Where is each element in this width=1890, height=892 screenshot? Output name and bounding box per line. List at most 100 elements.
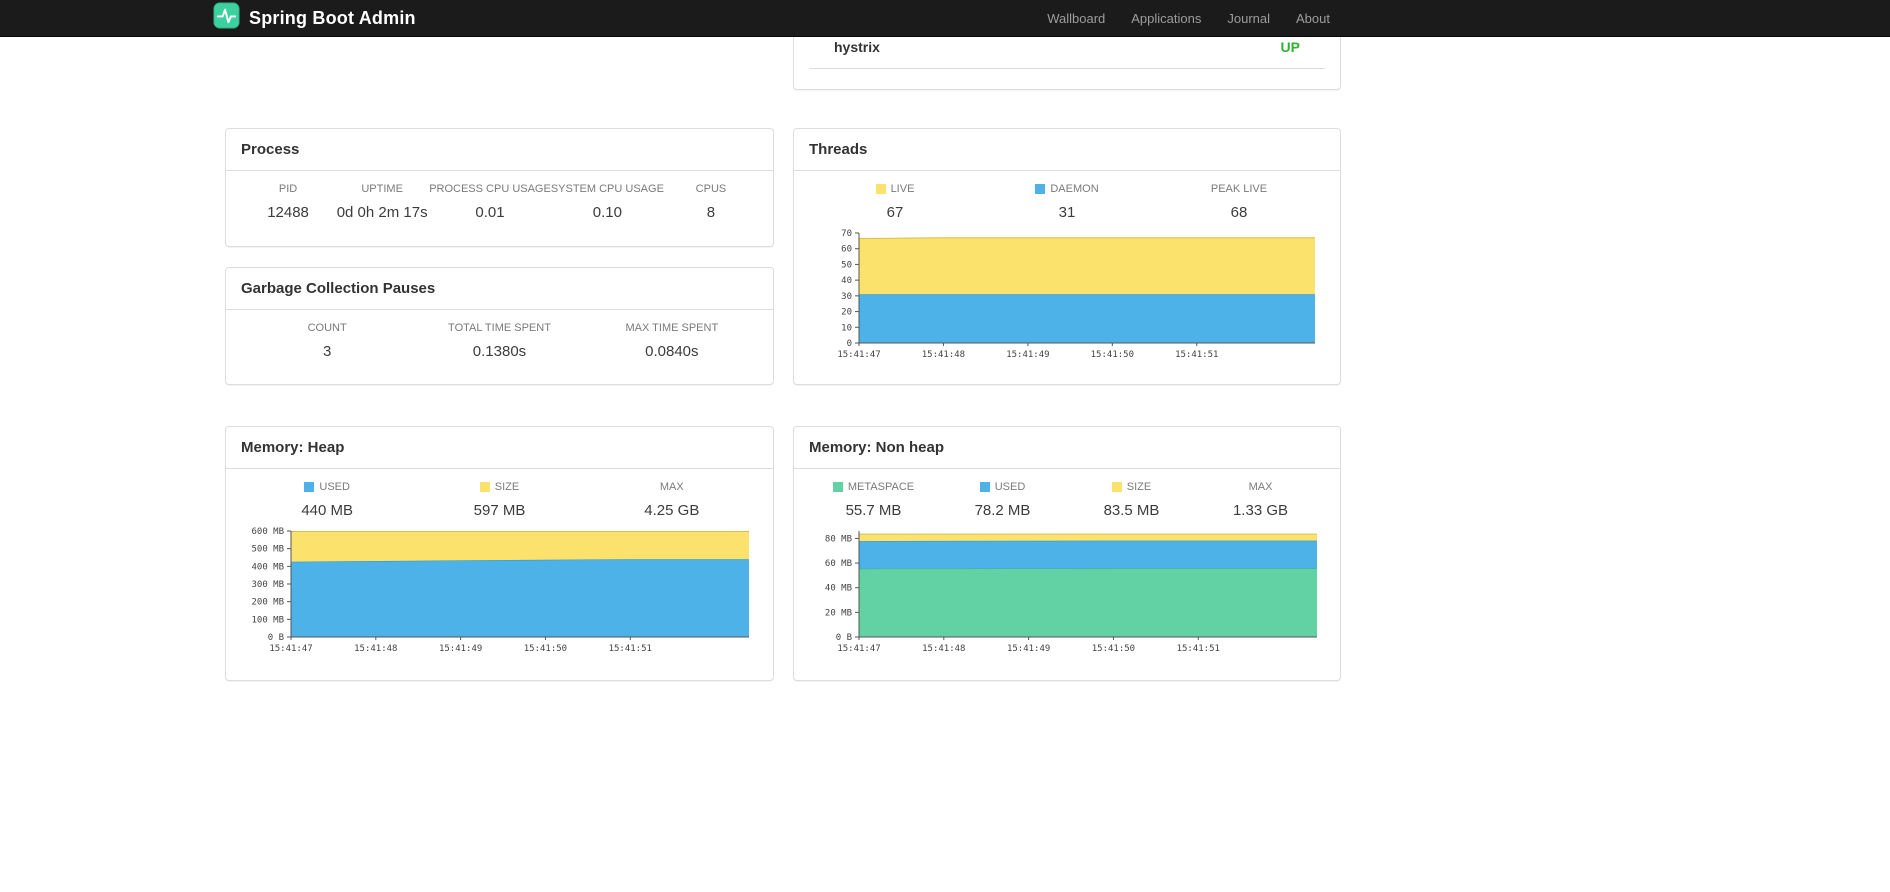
- nav-link-journal[interactable]: Journal: [1214, 11, 1283, 26]
- nav-link-wallboard[interactable]: Wallboard: [1034, 11, 1118, 26]
- memory-nonheap-panel-title: Memory: Non heap: [794, 427, 1340, 469]
- metric-peak-live: PEAK LIVE 68: [1153, 183, 1325, 221]
- svg-text:60 MB: 60 MB: [825, 559, 852, 569]
- svg-text:15:41:51: 15:41:51: [609, 644, 652, 654]
- metric-max-time-spent: MAX TIME SPENT 0.0840s: [586, 322, 758, 360]
- legend-swatch-icon: [979, 482, 990, 492]
- metric-size: SIZE 83.5 MB: [1067, 481, 1196, 519]
- application-row[interactable]: hystrix UP: [809, 37, 1325, 69]
- svg-text:15:41:48: 15:41:48: [922, 644, 965, 654]
- metric-label: SIZE: [413, 481, 585, 493]
- metric-max: MAX 1.33 GB: [1196, 481, 1325, 519]
- process-panel: Process PID 12488 UPTIME 0d 0h 2m 17s PROCES…: [225, 128, 774, 247]
- metric-value: 55.7 MB: [845, 502, 902, 519]
- memory-nonheap-panel-body: METASPACE 55.7 MB USED 78.2 MB SIZE 83.5 MB MA…: [794, 469, 1340, 671]
- threads-panel-body: LIVE 67 DAEMON 31 PEAK LIVE 68 0 10 20 30 40 50 60 7…: [794, 171, 1340, 377]
- svg-text:15:41:51: 15:41:51: [1175, 350, 1218, 360]
- brand[interactable]: Spring Boot Admin: [213, 2, 416, 34]
- metric-label: LIVE: [809, 183, 981, 195]
- process-metrics: PID 12488 UPTIME 0d 0h 2m 17s PROCESS CPU US…: [241, 183, 758, 221]
- application-status-badge: UP: [1280, 39, 1300, 55]
- svg-text:15:41:51: 15:41:51: [1177, 644, 1220, 654]
- legend-swatch-icon: [1111, 482, 1122, 492]
- metric-value: 78.2 MB: [974, 502, 1031, 519]
- threads-chart: 0 10 20 30 40 50 60 70 15:41:47 15:41:48 15:41:49 1…: [837, 229, 1315, 360]
- metric-max: MAX 4.25 GB: [586, 481, 758, 519]
- metric-value: 68: [1230, 204, 1248, 221]
- metric-uptime: UPTIME 0d 0h 2m 17s: [335, 183, 429, 221]
- process-panel-title: Process: [226, 129, 773, 171]
- nav-links: Wallboard Applications Journal About: [1034, 11, 1343, 26]
- svg-text:600 MB: 600 MB: [251, 527, 284, 537]
- svg-text:300 MB: 300 MB: [251, 580, 284, 590]
- metric-label: DAEMON: [981, 183, 1153, 195]
- metric-used: USED 440 MB: [241, 481, 413, 519]
- metric-metaspace: METASPACE 55.7 MB: [809, 481, 938, 519]
- legend-swatch-icon: [304, 482, 315, 492]
- metric-value: 0d 0h 2m 17s: [336, 204, 428, 221]
- metric-label: PID: [278, 183, 298, 195]
- legend-swatch-icon: [832, 482, 843, 492]
- metric-value: 31: [1058, 204, 1076, 221]
- brand-title: Spring Boot Admin: [249, 7, 416, 28]
- svg-text:500 MB: 500 MB: [251, 545, 284, 555]
- svg-text:15:41:47: 15:41:47: [837, 644, 880, 654]
- metric-cpus: CPUS 8: [664, 183, 758, 221]
- navbar: Spring Boot Admin Wallboard Applications…: [0, 0, 1890, 37]
- gc-pauses-panel-body: COUNT 3 TOTAL TIME SPENT 0.1380s MAX TIME SP…: [226, 310, 773, 378]
- svg-text:15:41:50: 15:41:50: [1092, 644, 1135, 654]
- legend-swatch-icon: [1035, 184, 1046, 194]
- metric-label: UPTIME: [361, 183, 403, 195]
- metric-label: PROCESS CPU USAGE: [429, 183, 551, 195]
- nav-link-about[interactable]: About: [1283, 11, 1343, 26]
- metric-value: 83.5 MB: [1103, 502, 1160, 519]
- legend-swatch-icon: [479, 482, 490, 492]
- gc-metrics: COUNT 3 TOTAL TIME SPENT 0.1380s MAX TIME SP…: [241, 322, 758, 360]
- metric-value: 4.25 GB: [644, 502, 700, 519]
- metric-label: MAX TIME SPENT: [625, 322, 719, 334]
- svg-text:60: 60: [841, 245, 852, 255]
- metric-value: 8: [706, 204, 716, 221]
- metric-label: MAX: [659, 481, 684, 493]
- metric-size: SIZE 597 MB: [413, 481, 585, 519]
- svg-text:15:41:50: 15:41:50: [524, 644, 567, 654]
- svg-text:50: 50: [841, 260, 852, 270]
- metric-label: PEAK LIVE: [1210, 183, 1268, 195]
- memory-heap-metrics: USED 440 MB SIZE 597 MB MAX 4.25 GB: [241, 481, 758, 519]
- svg-text:15:41:48: 15:41:48: [354, 644, 397, 654]
- svg-text:15:41:49: 15:41:49: [1006, 350, 1049, 360]
- metric-label: USED: [241, 481, 413, 493]
- metric-value: 597 MB: [473, 502, 526, 519]
- legend-swatch-icon: [875, 184, 886, 194]
- svg-text:200 MB: 200 MB: [251, 598, 284, 608]
- svg-text:400 MB: 400 MB: [251, 562, 284, 572]
- metric-label: SYSTEM CPU USAGE: [550, 183, 664, 195]
- svg-text:20: 20: [841, 308, 852, 318]
- metric-used: USED 78.2 MB: [938, 481, 1067, 519]
- application-name: hystrix: [834, 39, 880, 55]
- memory-heap-panel: Memory: Heap USED 440 MB SIZE 597 MB MAX 4.25…: [225, 426, 774, 681]
- navbar-inner: Spring Boot Admin Wallboard Applications…: [213, 0, 1343, 36]
- svg-text:20 MB: 20 MB: [825, 608, 852, 618]
- metric-label: COUNT: [307, 322, 347, 334]
- svg-text:0 B: 0 B: [836, 633, 852, 643]
- memory-heap-panel-body: USED 440 MB SIZE 597 MB MAX 4.25 GB 0 B 100 MB…: [226, 469, 773, 671]
- metric-system-cpu-usage: SYSTEM CPU USAGE 0.10: [551, 183, 664, 221]
- metric-value: 0.01: [475, 204, 505, 221]
- metric-process-cpu-usage: PROCESS CPU USAGE 0.01: [429, 183, 551, 221]
- metric-label: USED: [938, 481, 1067, 493]
- memory-heap-panel-title: Memory: Heap: [226, 427, 773, 469]
- metric-value: 3: [322, 343, 332, 360]
- metric-value: 440 MB: [301, 502, 354, 519]
- metric-live: LIVE 67: [809, 183, 981, 221]
- svg-text:15:41:50: 15:41:50: [1091, 350, 1134, 360]
- svg-text:40: 40: [841, 276, 852, 286]
- metric-label: SIZE: [1067, 481, 1196, 493]
- spring-boot-admin-page: Spring Boot Admin Wallboard Applications…: [0, 0, 1890, 892]
- metric-daemon: DAEMON 31: [981, 183, 1153, 221]
- metric-value: 1.33 GB: [1232, 502, 1289, 519]
- metric-value: 0.1380s: [472, 343, 527, 360]
- nav-link-applications[interactable]: Applications: [1118, 11, 1214, 26]
- svg-text:70: 70: [841, 229, 852, 239]
- metric-value: 12488: [267, 204, 309, 221]
